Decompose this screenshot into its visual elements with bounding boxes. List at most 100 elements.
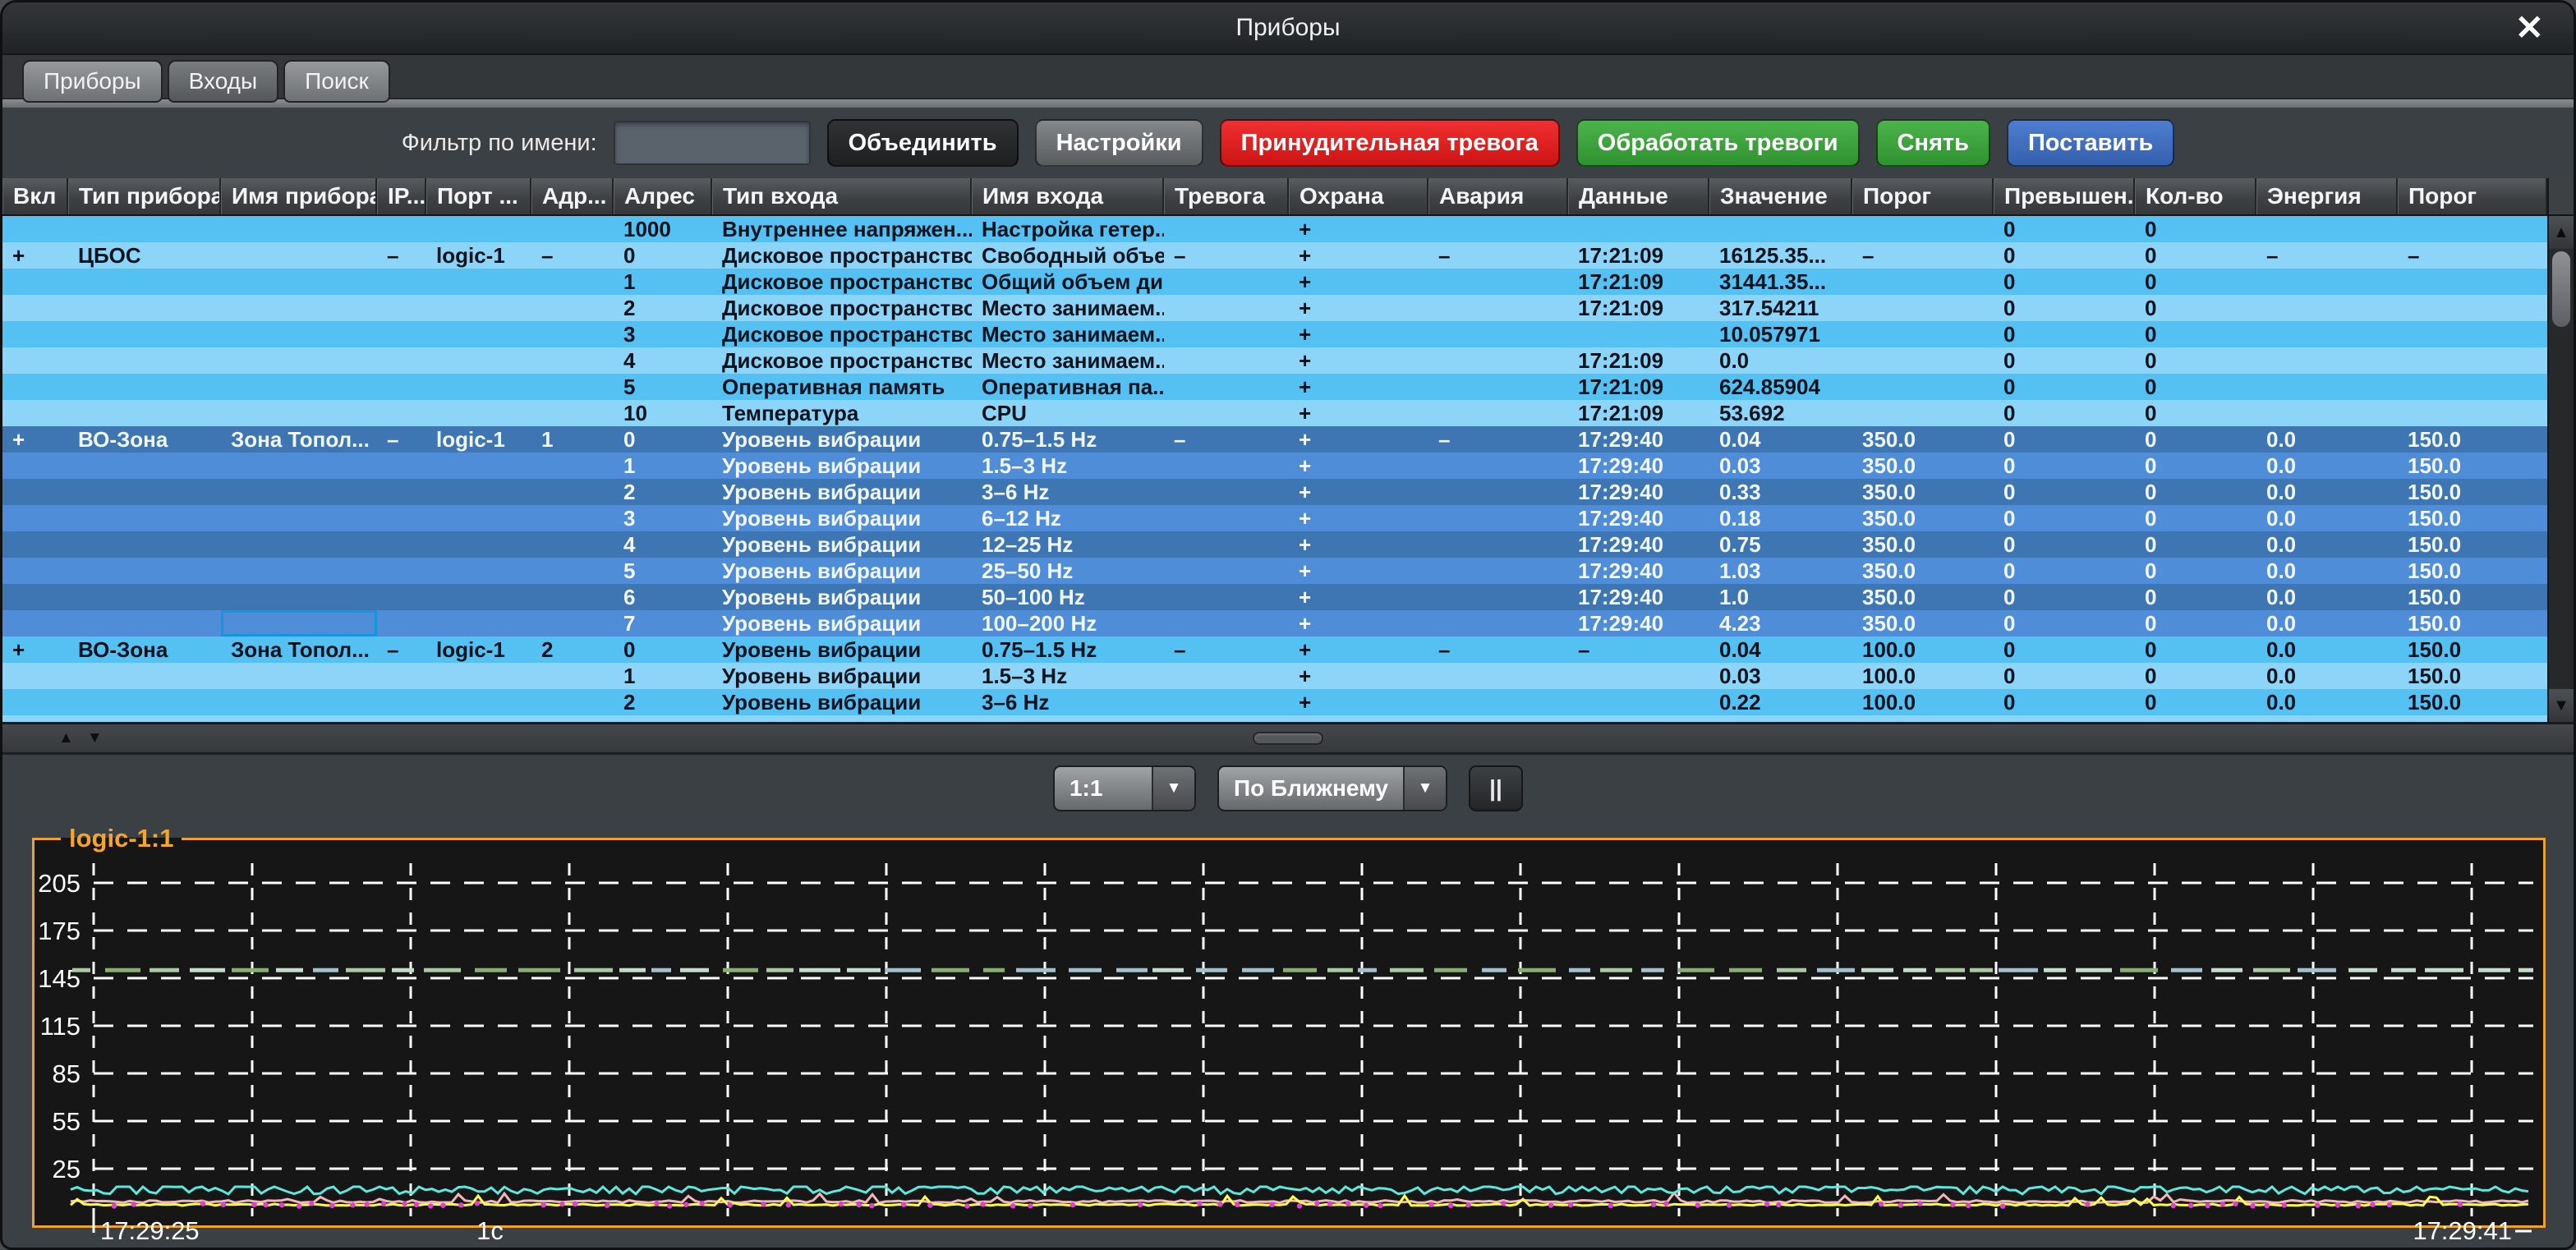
- cell-alarm[interactable]: [1164, 531, 1289, 558]
- cell-vkl[interactable]: [2, 347, 68, 374]
- cell-alarm[interactable]: [1164, 584, 1289, 610]
- cell-input_name[interactable]: 1.5–3 Hz: [972, 453, 1164, 479]
- cell-input_type[interactable]: Уровень вибрации: [712, 426, 972, 453]
- cell-alres[interactable]: 2: [614, 689, 712, 715]
- cell-energy[interactable]: [2256, 269, 2398, 295]
- cell-input_name[interactable]: Свободный объе...: [972, 242, 1164, 269]
- cell-addr[interactable]: [531, 295, 614, 321]
- cell-port[interactable]: logic-1: [426, 426, 531, 453]
- cell-threshold[interactable]: 350.0: [1852, 479, 1994, 505]
- cell-count[interactable]: 0: [2135, 584, 2256, 610]
- cell-addr[interactable]: 2: [531, 636, 614, 663]
- scrollbar-track[interactable]: [2549, 329, 2574, 689]
- cell-input_type[interactable]: Дисковое пространство: [712, 242, 972, 269]
- cell-vkl[interactable]: +: [2, 242, 68, 269]
- cell-device_name[interactable]: Зона Топол...: [221, 636, 377, 663]
- cell-alres[interactable]: 1: [614, 663, 712, 689]
- cell-alarm[interactable]: [1164, 558, 1289, 584]
- cell-input_name[interactable]: 0.75–1.5 Hz: [972, 426, 1164, 453]
- cell-device_name[interactable]: [221, 400, 377, 426]
- cell-value[interactable]: 0.0: [1709, 347, 1852, 374]
- cell-value[interactable]: [1709, 216, 1852, 242]
- cell-ip[interactable]: [377, 663, 426, 689]
- cell-guard[interactable]: +: [1289, 636, 1428, 663]
- cell-guard[interactable]: +: [1289, 453, 1428, 479]
- cell-input_name[interactable]: 3–6 Hz: [972, 689, 1164, 715]
- cell-energy[interactable]: 0.0: [2256, 584, 2398, 610]
- table-row[interactable]: 5Уровень вибрации25–50 Hz+17:29:401.0335…: [2, 558, 2547, 584]
- cell-input_name[interactable]: 0.75–1.5 Hz: [972, 636, 1164, 663]
- cell-value[interactable]: 317.54211: [1709, 295, 1852, 321]
- cell-alres[interactable]: 6: [614, 584, 712, 610]
- cell-alres[interactable]: 1: [614, 269, 712, 295]
- cell-device_name[interactable]: [221, 374, 377, 400]
- cell-addr[interactable]: [531, 663, 614, 689]
- cell-energy[interactable]: 0.0: [2256, 453, 2398, 479]
- cell-addr[interactable]: [531, 505, 614, 531]
- cell-alres[interactable]: 2: [614, 479, 712, 505]
- table-row[interactable]: 5Оперативная памятьОперативная па...+17:…: [2, 374, 2547, 400]
- cell-guard[interactable]: +: [1289, 347, 1428, 374]
- cell-input_name[interactable]: Место занимаем...: [972, 295, 1164, 321]
- cell-threshold2[interactable]: 150.0: [2398, 584, 2547, 610]
- cell-energy[interactable]: 0.0: [2256, 663, 2398, 689]
- process-alarms-button[interactable]: Обработать тревоги: [1576, 119, 1860, 167]
- cell-exceed[interactable]: 0: [1994, 321, 2135, 347]
- cell-input_type[interactable]: Уровень вибрации: [712, 584, 972, 610]
- cell-energy[interactable]: 0.0: [2256, 531, 2398, 558]
- column-header-alarm[interactable]: Тревога: [1164, 178, 1289, 214]
- cell-device_name[interactable]: [221, 242, 377, 269]
- cell-failure[interactable]: [1428, 558, 1568, 584]
- cell-exceed[interactable]: 0: [1994, 531, 2135, 558]
- cell-port[interactable]: [426, 295, 531, 321]
- cell-guard[interactable]: +: [1289, 242, 1428, 269]
- cell-input_name[interactable]: Место занимаем...: [972, 321, 1164, 347]
- cell-port[interactable]: [426, 321, 531, 347]
- cell-input_name[interactable]: CPU: [972, 400, 1164, 426]
- cell-vkl[interactable]: [2, 400, 68, 426]
- cell-data_time[interactable]: 17:29:40: [1568, 584, 1709, 610]
- cell-failure[interactable]: [1428, 610, 1568, 636]
- cell-threshold2[interactable]: 150.0: [2398, 531, 2547, 558]
- table-row[interactable]: +ЦБОС–logic-1–0Дисковое пространствоСвоб…: [2, 242, 2547, 269]
- table-row[interactable]: 4Дисковое пространствоМесто занимаем...+…: [2, 347, 2547, 374]
- cell-device_type[interactable]: [68, 347, 221, 374]
- cell-input_type[interactable]: Уровень вибрации: [712, 531, 972, 558]
- column-header-input_type[interactable]: Тип входа: [712, 178, 972, 214]
- cell-addr[interactable]: [531, 610, 614, 636]
- column-header-data_time[interactable]: Данные: [1568, 178, 1709, 214]
- cell-ip[interactable]: [377, 216, 426, 242]
- cell-input_name[interactable]: 100–200 Hz: [972, 610, 1164, 636]
- cell-vkl[interactable]: +: [2, 426, 68, 453]
- cell-count[interactable]: 0: [2135, 374, 2256, 400]
- cell-alarm[interactable]: [1164, 505, 1289, 531]
- cell-input_name[interactable]: Место занимаем...: [972, 347, 1164, 374]
- cell-guard[interactable]: +: [1289, 216, 1428, 242]
- cell-ip[interactable]: [377, 295, 426, 321]
- table-row[interactable]: 1Дисковое пространствоОбщий объем ди...+…: [2, 269, 2547, 295]
- cell-device_type[interactable]: [68, 479, 221, 505]
- cell-threshold[interactable]: 350.0: [1852, 558, 1994, 584]
- cell-threshold[interactable]: 350.0: [1852, 426, 1994, 453]
- cell-ip[interactable]: [377, 558, 426, 584]
- cell-port[interactable]: [426, 479, 531, 505]
- cell-input_type[interactable]: Уровень вибрации: [712, 505, 972, 531]
- column-header-vkl[interactable]: Вкл: [2, 178, 68, 214]
- cell-threshold2[interactable]: [2398, 295, 2547, 321]
- cell-alarm[interactable]: [1164, 295, 1289, 321]
- unset-button[interactable]: Снять: [1876, 119, 1990, 167]
- cell-exceed[interactable]: 0: [1994, 347, 2135, 374]
- cell-threshold2[interactable]: 150.0: [2398, 479, 2547, 505]
- cell-failure[interactable]: [1428, 347, 1568, 374]
- cell-count[interactable]: 0: [2135, 636, 2256, 663]
- column-header-threshold[interactable]: Порог: [1852, 178, 1994, 214]
- collapse-down-icon[interactable]: ▼: [87, 729, 103, 747]
- cell-alres[interactable]: 0: [614, 242, 712, 269]
- column-header-port[interactable]: Порт ...: [426, 178, 531, 214]
- cell-alres[interactable]: 1: [614, 453, 712, 479]
- cell-device_type[interactable]: ЦБОС: [68, 242, 221, 269]
- cell-exceed[interactable]: 0: [1994, 663, 2135, 689]
- cell-vkl[interactable]: [2, 610, 68, 636]
- cell-threshold2[interactable]: 150.0: [2398, 426, 2547, 453]
- cell-guard[interactable]: +: [1289, 374, 1428, 400]
